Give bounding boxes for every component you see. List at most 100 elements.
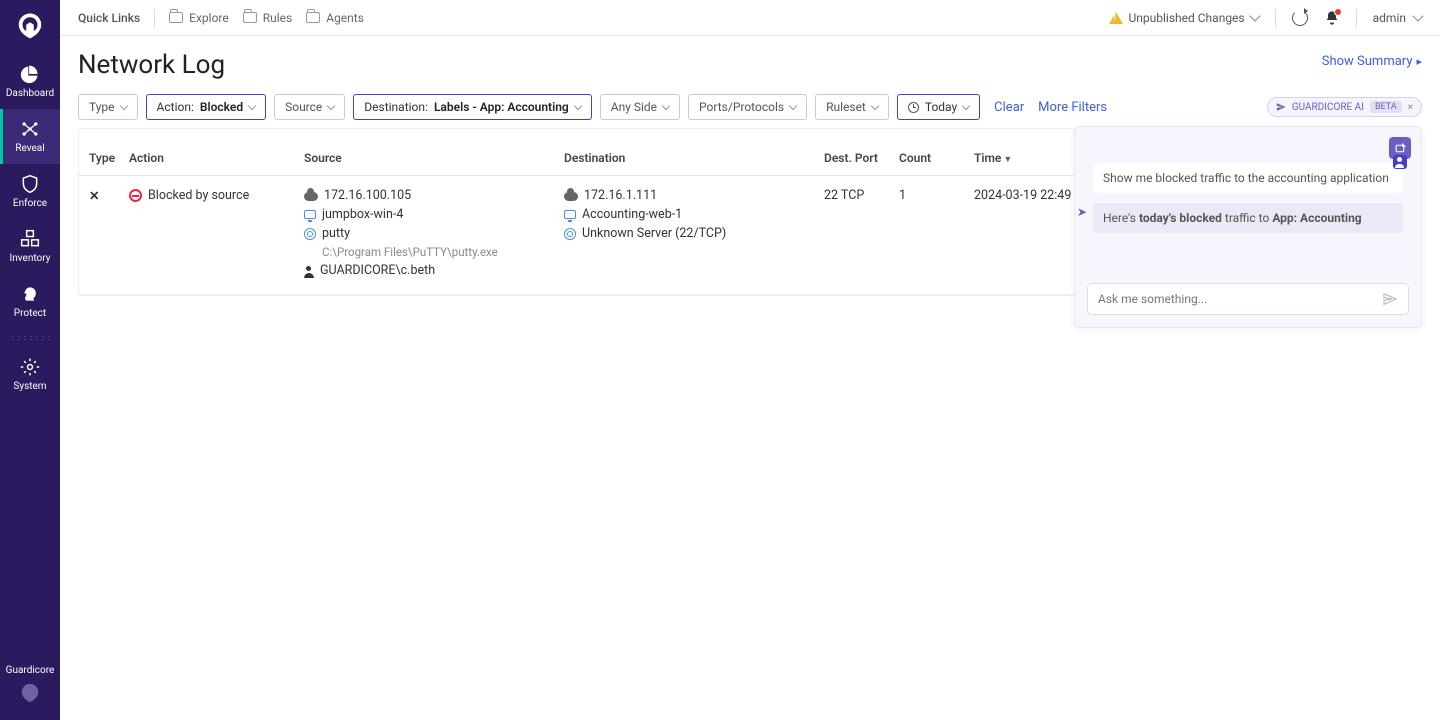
- nav-label: Dashboard: [6, 88, 54, 99]
- col-source[interactable]: Source: [304, 151, 564, 165]
- dest-ip: 172.16.1.111: [584, 188, 657, 203]
- nav-label: Inventory: [10, 253, 51, 264]
- brand-icon: [19, 682, 41, 704]
- clear-filters-link[interactable]: Clear: [994, 100, 1024, 115]
- monitor-icon: [564, 210, 576, 219]
- chevron-down-icon: [962, 101, 970, 109]
- source-cell: 172.16.100.105 jumpbox-win-4 putty C:\Pr…: [304, 188, 564, 282]
- nav-enforce[interactable]: Enforce: [0, 164, 60, 219]
- username: admin: [1373, 11, 1406, 25]
- brand-label: Guardicore: [6, 665, 55, 676]
- gear-icon: [20, 357, 40, 377]
- topbar: Quick Links Explore Rules Agents Unpubli…: [60, 0, 1440, 36]
- nav-system[interactable]: System: [0, 347, 60, 402]
- clock-icon: [908, 102, 919, 113]
- show-summary-link[interactable]: Show Summary: [1322, 54, 1422, 69]
- message-text: Show me blocked traffic to the accountin…: [1103, 171, 1389, 185]
- ai-text-input[interactable]: [1098, 292, 1382, 306]
- filter-bar: Type Action: Blocked Source Destination:…: [78, 94, 1422, 120]
- nav-reveal[interactable]: Reveal: [0, 109, 60, 164]
- action-text: Blocked by source: [148, 188, 249, 203]
- filter-today[interactable]: Today: [897, 94, 980, 120]
- col-dest[interactable]: Destination: [564, 151, 824, 165]
- folder-icon: [169, 12, 183, 23]
- unpublished-changes[interactable]: Unpublished Changes: [1109, 11, 1259, 25]
- blocked-icon: [129, 189, 142, 202]
- notifications-icon[interactable]: [1324, 10, 1340, 26]
- nav-label: Enforce: [13, 198, 47, 209]
- ai-pill-label: GUARDICORE AI: [1292, 102, 1364, 113]
- notification-dot: [1334, 8, 1342, 16]
- boxes-icon: [20, 229, 40, 249]
- col-type[interactable]: Type: [89, 151, 129, 165]
- msg-part: Here's: [1103, 211, 1139, 225]
- chevron-down-icon: [871, 101, 879, 109]
- folder-icon: [306, 12, 320, 23]
- ai-chat-panel: Show me blocked traffic to the accountin…: [1074, 126, 1422, 328]
- chevron-down-icon: [662, 101, 670, 109]
- filter-label: Source: [285, 100, 322, 114]
- toplink-agents[interactable]: Agents: [306, 11, 364, 25]
- filter-destination[interactable]: Destination: Labels - App: Accounting: [353, 94, 591, 120]
- dest-svc: Unknown Server (22/TCP): [582, 226, 726, 241]
- folder-icon: [243, 12, 257, 23]
- filter-ruleset[interactable]: Ruleset: [815, 94, 889, 120]
- nav-protect[interactable]: Protect: [0, 274, 60, 329]
- close-icon[interactable]: ×: [1408, 102, 1413, 113]
- chevron-down-icon: [789, 101, 797, 109]
- source-proc: putty: [322, 226, 350, 241]
- toplink-rules[interactable]: Rules: [243, 11, 292, 25]
- col-port[interactable]: Dest. Port: [824, 151, 899, 165]
- col-count[interactable]: Count: [899, 151, 974, 165]
- page-title: Network Log: [78, 50, 1422, 80]
- filter-label: Action:: [157, 100, 194, 114]
- filter-label: Ruleset: [826, 100, 866, 114]
- user-menu[interactable]: admin: [1373, 11, 1422, 25]
- chevron-down-icon: [574, 101, 582, 109]
- col-time-label: Time: [974, 151, 1001, 165]
- send-button[interactable]: [1382, 291, 1398, 307]
- filter-label: Destination:: [364, 100, 428, 114]
- msg-part: traffic to: [1222, 211, 1272, 225]
- refresh-icon[interactable]: [1292, 10, 1308, 26]
- ai-avatar-icon: ➤: [1077, 205, 1087, 219]
- process-icon: [304, 228, 316, 240]
- toplink-explore[interactable]: Explore: [169, 11, 229, 25]
- chevron-down-icon: [248, 101, 256, 109]
- sort-desc-icon: ▼: [1003, 155, 1012, 165]
- filter-source[interactable]: Source: [274, 94, 345, 120]
- source-host: jumpbox-win-4: [322, 207, 403, 222]
- cloud-icon: [564, 192, 578, 201]
- nav-dashboard[interactable]: Dashboard: [0, 54, 60, 109]
- filter-anyside[interactable]: Any Side: [600, 94, 680, 120]
- ai-response-message: ➤ Here's today's blocked traffic to App:…: [1093, 203, 1403, 233]
- source-path: C:\Program Files\PuTTY\putty.exe: [304, 245, 554, 259]
- warning-icon: [1109, 12, 1123, 24]
- divider: [1356, 9, 1357, 27]
- filter-ports[interactable]: Ports/Protocols: [688, 94, 807, 120]
- process-icon: [564, 228, 576, 240]
- more-filters-link[interactable]: More Filters: [1038, 100, 1107, 115]
- link-label: Rules: [263, 11, 292, 25]
- divider: [1275, 9, 1276, 27]
- chevron-down-icon: [327, 101, 335, 109]
- nav-label: Protect: [14, 308, 46, 319]
- knight-icon: [20, 284, 40, 304]
- quick-links-label: Quick Links: [78, 11, 140, 25]
- filter-label: Type: [89, 100, 115, 114]
- nav-inventory[interactable]: Inventory: [0, 219, 60, 274]
- ai-user-message: Show me blocked traffic to the accountin…: [1093, 163, 1403, 193]
- divider: [154, 9, 155, 27]
- msg-part: today's blocked: [1139, 211, 1222, 225]
- filter-action[interactable]: Action: Blocked: [146, 94, 267, 120]
- action-badge: Blocked by source: [129, 188, 249, 203]
- source-ip: 172.16.100.105: [324, 188, 411, 203]
- nav-label: Reveal: [15, 143, 44, 154]
- user-avatar-icon: [1393, 155, 1407, 169]
- col-action[interactable]: Action: [129, 151, 304, 165]
- filter-type[interactable]: Type: [78, 94, 138, 120]
- dest-host: Accounting-web-1: [582, 207, 682, 222]
- ai-toggle-pill[interactable]: GUARDICORE AI BETA ×: [1267, 97, 1422, 117]
- app-logo: [14, 10, 46, 42]
- beta-badge: BETA: [1370, 101, 1402, 113]
